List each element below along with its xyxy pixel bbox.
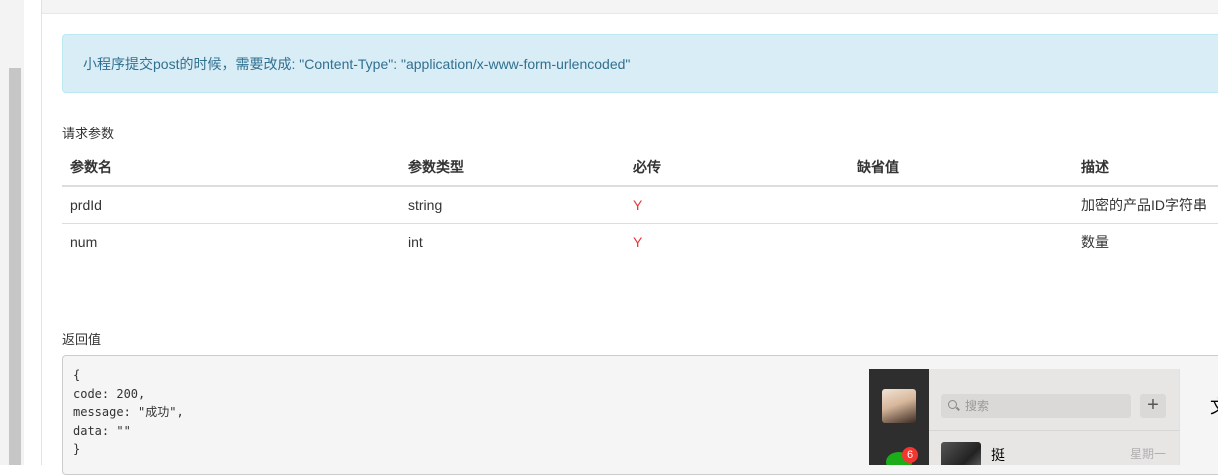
param-desc: 加密的产品ID字符串 [1073,186,1218,224]
conversation-name[interactable]: 挺 [991,445,1005,465]
col-header-desc: 描述 [1073,149,1218,187]
content-left-border [41,0,42,465]
search-placeholder: 搜索 [965,399,990,413]
wechat-conversation-list: 搜索 + 挺 星期一 [929,369,1179,465]
wechat-window[interactable]: 6 搜索 + 挺 星期一 文 [869,369,1218,465]
param-name: num [70,234,98,250]
param-required: Y [633,234,643,250]
return-value-title: 返回值 [62,332,102,347]
col-header-required: 必传 [625,149,849,187]
left-scrollbar[interactable] [9,68,21,465]
request-params-title: 请求参数 [62,126,115,141]
param-default [849,224,1073,261]
table-header-row: 参数名 参数类型 必传 缺省值 描述 [62,149,1218,187]
info-alert: 小程序提交post的时候，需要改成: "Content-Type": "appl… [62,34,1218,93]
table-row: num int Y 数量 [62,224,1218,261]
user-avatar[interactable] [882,389,916,423]
top-band [42,0,1218,14]
search-icon [948,400,957,409]
col-header-type: 参数类型 [400,149,625,187]
chat-title: 文 [1210,393,1218,419]
param-name: prdId [62,186,400,224]
col-header-default: 缺省值 [849,149,1073,187]
search-input[interactable]: 搜索 [941,394,1131,418]
wechat-main-pane: 文 [1179,369,1218,465]
list-divider [929,430,1179,431]
param-type: int [408,234,423,250]
unread-badge: 6 [902,447,918,463]
add-button[interactable]: + [1140,394,1166,418]
conversation-time: 星期一 [1130,447,1167,461]
param-type: string [400,186,625,224]
col-header-name: 参数名 [62,149,400,187]
param-desc: 数量 [1081,234,1109,250]
wechat-sidebar: 6 [869,369,929,465]
param-default [849,186,1073,224]
table-row: prdId string Y 加密的产品ID字符串 [62,186,1218,224]
conversation-avatar[interactable] [941,442,981,465]
param-required: Y [625,186,849,224]
request-params-table: 参数名 参数类型 必传 缺省值 描述 prdId string Y 加密的产品I… [62,149,1218,260]
